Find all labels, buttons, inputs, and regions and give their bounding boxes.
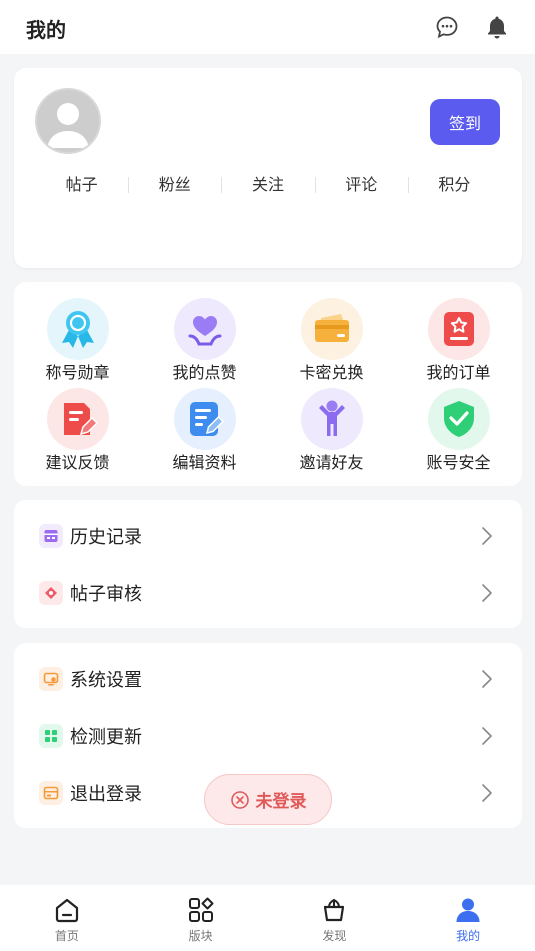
edit-profile-icon bbox=[173, 388, 236, 450]
feature-security[interactable]: 账号安全 bbox=[395, 388, 522, 476]
feature-grid: 称号勋章 我的点赞 卡密兑换 我的订单 建议反馈 编辑资料 邀请好友 账号安全 bbox=[14, 298, 522, 476]
row-label: 历史记录 bbox=[70, 526, 142, 548]
logout-icon bbox=[39, 780, 63, 805]
feature-orders[interactable]: 我的订单 bbox=[395, 298, 522, 386]
tab-home[interactable]: 首页 bbox=[0, 885, 134, 951]
bottom-tab-bar: 首页 版块 发现 我的 bbox=[0, 885, 535, 951]
row-label: 检测更新 bbox=[70, 726, 142, 748]
tab-discover[interactable]: 发现 bbox=[268, 885, 402, 951]
toast-label: 未登录 bbox=[255, 792, 307, 812]
chevron-right-icon bbox=[482, 726, 492, 745]
review-icon bbox=[39, 580, 63, 605]
feature-label: 编辑资料 bbox=[172, 453, 237, 472]
bell-icon[interactable] bbox=[484, 14, 510, 40]
invite-icon bbox=[300, 388, 363, 450]
row-label: 系统设置 bbox=[70, 669, 142, 691]
discover-icon bbox=[324, 899, 345, 922]
blocks-icon bbox=[188, 897, 214, 922]
tab-label: 发现 bbox=[322, 929, 347, 943]
chevron-right-icon bbox=[482, 783, 492, 802]
home-icon bbox=[55, 898, 78, 923]
heart-hand-icon bbox=[173, 298, 236, 360]
update-icon bbox=[39, 723, 63, 748]
page-title: 我的 bbox=[26, 18, 66, 42]
tab-label: 首页 bbox=[54, 929, 79, 943]
feature-edit-profile[interactable]: 编辑资料 bbox=[141, 388, 268, 476]
stat-comments[interactable]: 评论 bbox=[314, 172, 408, 198]
row-label: 退出登录 bbox=[70, 783, 142, 805]
shield-icon bbox=[427, 388, 490, 450]
card-icon bbox=[300, 298, 363, 360]
feature-label: 我的点赞 bbox=[172, 363, 237, 382]
feedback-icon bbox=[46, 388, 109, 450]
stat-points[interactable]: 积分 bbox=[407, 172, 501, 198]
user-icon bbox=[456, 898, 480, 922]
feature-medal[interactable]: 称号勋章 bbox=[14, 298, 141, 386]
row-post-review[interactable]: 帖子审核 bbox=[14, 564, 522, 621]
feature-card-redeem[interactable]: 卡密兑换 bbox=[268, 298, 395, 386]
list-card-activity: 历史记录 帖子审核 bbox=[14, 500, 522, 628]
order-icon bbox=[427, 298, 490, 360]
history-icon bbox=[39, 523, 63, 548]
chat-icon[interactable] bbox=[434, 14, 460, 40]
stat-posts[interactable]: 帖子 bbox=[35, 172, 128, 198]
feature-label: 我的订单 bbox=[426, 363, 491, 382]
feature-feedback[interactable]: 建议反馈 bbox=[14, 388, 141, 476]
row-label: 帖子审核 bbox=[70, 583, 142, 605]
close-circle-icon bbox=[230, 790, 249, 809]
feature-likes[interactable]: 我的点赞 bbox=[141, 298, 268, 386]
tab-label: 版块 bbox=[188, 929, 213, 943]
row-history[interactable]: 历史记录 bbox=[14, 507, 522, 564]
profile-stats: 帖子 粉丝 关注 评论 积分 bbox=[35, 172, 501, 198]
chevron-right-icon bbox=[482, 526, 492, 545]
default-avatar-icon bbox=[37, 90, 99, 152]
feature-label: 邀请好友 bbox=[299, 453, 364, 472]
row-system-settings[interactable]: 系统设置 bbox=[14, 650, 522, 707]
feature-label: 称号勋章 bbox=[45, 363, 110, 382]
feature-label: 账号安全 bbox=[426, 453, 491, 472]
feature-invite[interactable]: 邀请好友 bbox=[268, 388, 395, 476]
feature-label: 卡密兑换 bbox=[299, 363, 364, 382]
tab-blocks[interactable]: 版块 bbox=[134, 885, 268, 951]
medal-icon bbox=[46, 298, 109, 360]
profile-card: 签到 帖子 粉丝 关注 评论 积分 bbox=[14, 68, 522, 268]
feature-label: 建议反馈 bbox=[45, 453, 110, 472]
signin-button[interactable]: 签到 bbox=[430, 99, 500, 145]
tab-label: 我的 bbox=[456, 929, 481, 943]
stat-following[interactable]: 关注 bbox=[221, 172, 314, 198]
tab-mine[interactable]: 我的 bbox=[401, 885, 535, 951]
settings-icon bbox=[39, 666, 63, 691]
not-logged-in-toast: 未登录 bbox=[204, 774, 332, 825]
top-header: 我的 bbox=[0, 0, 535, 54]
avatar[interactable] bbox=[35, 88, 101, 154]
feature-grid-card: 称号勋章 我的点赞 卡密兑换 我的订单 建议反馈 编辑资料 邀请好友 账号安全 bbox=[14, 282, 522, 486]
row-check-update[interactable]: 检测更新 bbox=[14, 707, 522, 764]
chevron-right-icon bbox=[482, 669, 492, 688]
chevron-right-icon bbox=[482, 583, 492, 602]
stat-fans[interactable]: 粉丝 bbox=[128, 172, 221, 198]
